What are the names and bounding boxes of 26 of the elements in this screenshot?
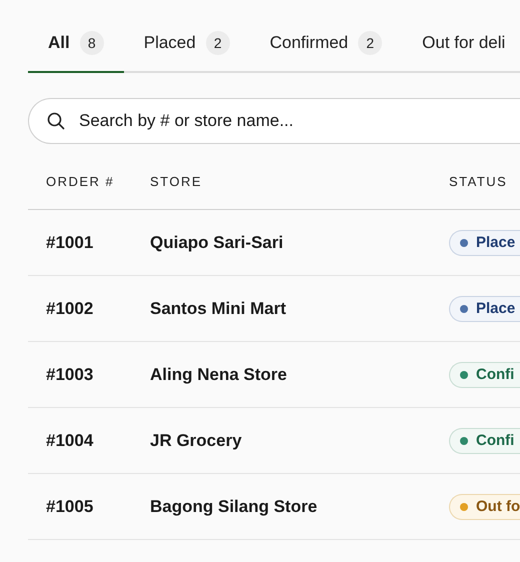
count-badge: 2 xyxy=(358,31,382,55)
store-name: JR Grocery xyxy=(150,430,243,450)
filter-tab[interactable]: Placed 2 xyxy=(124,22,250,73)
order-number: #1005 xyxy=(45,496,94,516)
column-header: STORE xyxy=(150,174,204,189)
store-name: Bagong Silang Store xyxy=(150,496,318,516)
status-badge: Place xyxy=(449,230,520,256)
status-badge: Confi xyxy=(449,362,520,388)
filter-tab[interactable]: Out for deli xyxy=(402,22,520,73)
store-name: Santos Mini Mart xyxy=(150,298,288,318)
order-number: #1003 xyxy=(45,364,94,384)
status-badge: Place xyxy=(449,296,520,322)
order-number: #1002 xyxy=(45,298,94,318)
search-field[interactable]: Search by # or store name... xyxy=(28,98,520,144)
count-badge: 8 xyxy=(80,31,104,55)
order-number: #1004 xyxy=(45,430,94,450)
filter-tab[interactable]: Confirmed 2 xyxy=(250,22,402,73)
filter-tab[interactable]: All 8 xyxy=(28,22,124,73)
store-name: Aling Nena Store xyxy=(150,364,288,384)
status-badge: Out fo xyxy=(449,494,520,520)
column-header: ORDER # xyxy=(45,174,116,189)
order-number: #1001 xyxy=(45,232,94,252)
column-header: STATUS xyxy=(449,174,508,189)
store-name: Quiapo Sari-Sari xyxy=(150,232,284,252)
status-badge: Confi xyxy=(449,428,520,454)
count-badge: 2 xyxy=(206,31,230,55)
